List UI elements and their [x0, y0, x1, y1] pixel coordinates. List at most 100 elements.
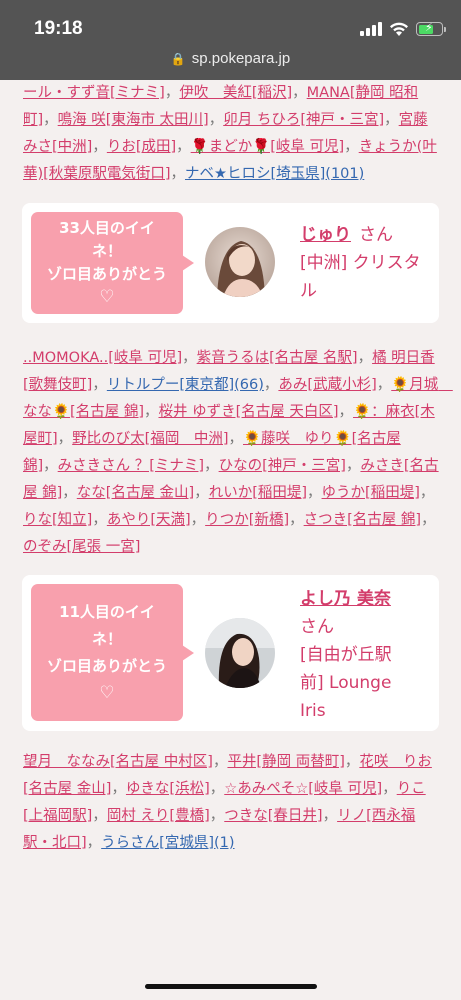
home-indicator[interactable] [145, 984, 317, 989]
separator: ， [344, 754, 360, 770]
heart-icon: ♡ [99, 287, 115, 307]
user-name-link[interactable]: ☆あみぺそ☆[岐阜 可児] [224, 781, 382, 797]
user-name-link[interactable]: あやり[天満] [107, 512, 191, 528]
separator: ， [43, 458, 58, 474]
separator: ， [111, 781, 126, 797]
status-icons: ⚡ [360, 19, 446, 39]
thanks-bubble: 11人目のイイ ネ！ ゾロ目ありがとう ♡ [31, 584, 194, 721]
user-name-link[interactable]: なな[名古屋 金山] [77, 485, 194, 501]
user-name-link[interactable]: さつき[名古屋 錦] [304, 512, 421, 528]
bubble-line: 33人目のイイ [59, 219, 155, 237]
user-name-link[interactable]: 望月 ななみ[名古屋 中村区] [23, 754, 213, 770]
separator: ， [307, 485, 322, 501]
like-card-2: 11人目のイイ ネ！ ゾロ目ありがとう ♡ よし乃 美奈 さん [自由が丘駅 前… [22, 575, 439, 731]
thanks-bubble: 33人目のイイ ネ！ ゾロ目ありがとう ♡ [31, 212, 194, 314]
bubble-line: ネ！ [91, 629, 122, 648]
lock-icon: 🔒 [170, 52, 186, 66]
user-name-link[interactable]: 🌹まどか🌹[岐阜 可児] [191, 139, 345, 155]
separator: ， [376, 377, 392, 393]
user-name-link[interactable]: 卯月 ちひろ[神戸・三宮] [223, 112, 384, 128]
user-name-link[interactable]: 鳴海 咲[東海市 太田川] [58, 112, 209, 128]
separator: ， [182, 350, 197, 366]
user-name-link[interactable]: 桜井 ゆずき[名古屋 天白区] [158, 404, 338, 420]
separator: ， [384, 112, 399, 128]
address-bar[interactable]: 🔒 sp.pokepara.jp [0, 50, 461, 67]
user-name-link[interactable]: れいか[稲田堤] [209, 485, 307, 501]
bubble-line: ゾロ目ありがとう [46, 656, 167, 675]
separator: ， [421, 512, 436, 528]
bubble-line: ゾロ目ありがとう [46, 265, 167, 283]
bubble-line: 11人目のイイ [59, 602, 155, 621]
avatar[interactable] [205, 227, 275, 297]
wifi-icon [390, 22, 408, 36]
separator: ， [194, 485, 209, 501]
cast-name-link[interactable]: じゅり [300, 225, 351, 245]
separator: ， [212, 754, 228, 770]
user-name-link[interactable]: ひなの[神戸・三宮] [219, 458, 346, 474]
separator: ， [228, 431, 244, 447]
user-name-link[interactable]: ゆうか[稲田堤] [322, 485, 420, 501]
user-name-link[interactable]: うらさん[宮城県](1) [101, 835, 234, 851]
separator: ， [170, 166, 185, 182]
separator: ， [43, 112, 58, 128]
user-name-link[interactable]: 平井[静岡 両替町] [227, 754, 344, 770]
profile-info: よし乃 美奈 さん [自由が丘駅 前] Lounge Iris [300, 585, 392, 725]
separator: ， [209, 781, 225, 797]
user-name-link[interactable]: ール・すず音[ミナミ] [23, 85, 165, 101]
status-time: 19:18 [34, 18, 83, 39]
battery-icon: ⚡ [416, 21, 446, 36]
user-name-link[interactable]: りな[知立] [23, 512, 92, 528]
honorific: さん [359, 225, 393, 245]
shop-info: [中洲] クリスタ [300, 253, 421, 273]
separator: ， [92, 377, 107, 393]
like-user-list-2: ..MOMOKA..[岐阜 可児]，紫音うるは[名古屋 名駅]，橘 明日香[歌舞… [0, 345, 461, 561]
user-name-link[interactable]: ナベ★ヒロシ[埼玉県](101) [185, 166, 364, 182]
separator: ， [92, 139, 107, 155]
user-name-link[interactable]: ゆきな[浜松] [126, 781, 210, 797]
separator: ， [344, 139, 359, 155]
separator: ， [190, 512, 206, 528]
user-name-link[interactable]: 岡村 えり[豊橋] [107, 808, 210, 824]
avatar[interactable] [205, 618, 275, 688]
user-name-link[interactable]: りつか[新橋] [205, 512, 289, 528]
separator: ， [338, 404, 354, 420]
like-user-list-3: 望月 ななみ[名古屋 中村区]，平井[静岡 両替町]，花咲 りお[名古屋 金山]… [0, 749, 461, 857]
separator: ， [345, 458, 361, 474]
user-name-link[interactable]: 伊吹 美紅[稲沢] [179, 85, 292, 101]
separator: ， [382, 781, 397, 797]
user-name-link[interactable]: リトルプー[東京都](66) [107, 377, 264, 393]
status-bar: 19:18 ⚡ 🔒 sp.pokepara.jp [0, 0, 461, 80]
separator: ， [62, 485, 77, 501]
cast-name-link[interactable]: よし乃 美奈 [300, 589, 391, 609]
separator: ， [204, 458, 219, 474]
bubble-line: ネ！ [91, 242, 122, 260]
separator: ， [292, 85, 307, 101]
separator: ， [289, 512, 304, 528]
user-name-link[interactable]: つきな[春日井] [224, 808, 322, 824]
user-name-link[interactable]: 紫音うるは[名古屋 名駅] [197, 350, 358, 366]
separator: ， [57, 431, 73, 447]
shop-info: 前] Lounge [300, 673, 392, 693]
user-name-link[interactable]: りお[成田] [107, 139, 176, 155]
separator: ， [357, 350, 373, 366]
separator: ， [419, 485, 435, 501]
separator: ， [209, 808, 225, 824]
cellular-signal-icon [360, 22, 382, 36]
shop-info: Iris [300, 701, 326, 721]
separator: ， [263, 377, 279, 393]
page-content: ール・すず音[ミナミ]，伊吹 美紅[稲沢]，MANA[静岡 昭和町]，鳴海 咲[… [0, 80, 461, 857]
separator: ， [208, 112, 224, 128]
user-name-link[interactable]: ..MOMOKA..[岐阜 可児] [23, 350, 182, 366]
profile-info: じゅり さん [中洲] クリスタ ル [300, 221, 421, 305]
shop-info: ル [300, 281, 317, 301]
url-text: sp.pokepara.jp [191, 50, 291, 67]
shop-info: [自由が丘駅 [300, 645, 392, 665]
user-name-link[interactable]: 野比のび太[福岡 中洲] [72, 431, 228, 447]
honorific: さん [300, 617, 334, 637]
separator: ， [86, 835, 102, 851]
user-name-link[interactable]: のぞみ[尾張 一宮] [23, 539, 140, 555]
user-name-link[interactable]: みさきさん ？[ミナミ] [58, 458, 204, 474]
user-name-link[interactable]: あみ[武蔵小杉] [278, 377, 376, 393]
separator: ， [92, 512, 107, 528]
like-card-1: 33人目のイイ ネ！ ゾロ目ありがとう ♡ じゅり さん [中洲] クリスタ ル [22, 203, 439, 323]
